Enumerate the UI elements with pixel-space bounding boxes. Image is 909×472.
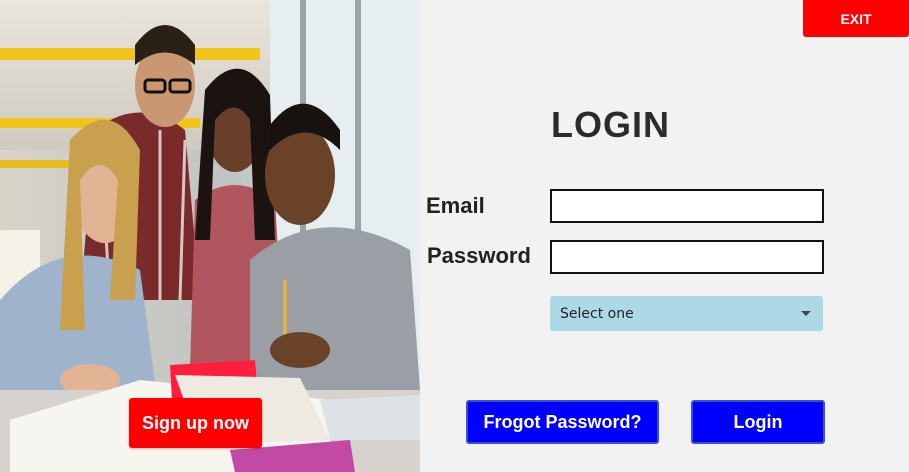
password-field[interactable] — [550, 240, 824, 274]
forgot-password-button[interactable]: Frogot Password? — [466, 400, 659, 444]
students-photo: Sign up now — [0, 0, 420, 472]
page-title: LOGIN — [551, 104, 670, 145]
exit-button[interactable]: EXIT — [803, 0, 909, 37]
email-label: Email — [426, 193, 485, 218]
chevron-down-icon — [801, 311, 811, 316]
role-select-value: Select one — [560, 305, 634, 322]
email-field[interactable] — [550, 189, 824, 223]
password-label: Password — [427, 243, 531, 268]
role-select[interactable]: Select one — [550, 296, 823, 331]
signup-button[interactable]: Sign up now — [129, 398, 262, 448]
login-button[interactable]: Login — [691, 400, 825, 444]
